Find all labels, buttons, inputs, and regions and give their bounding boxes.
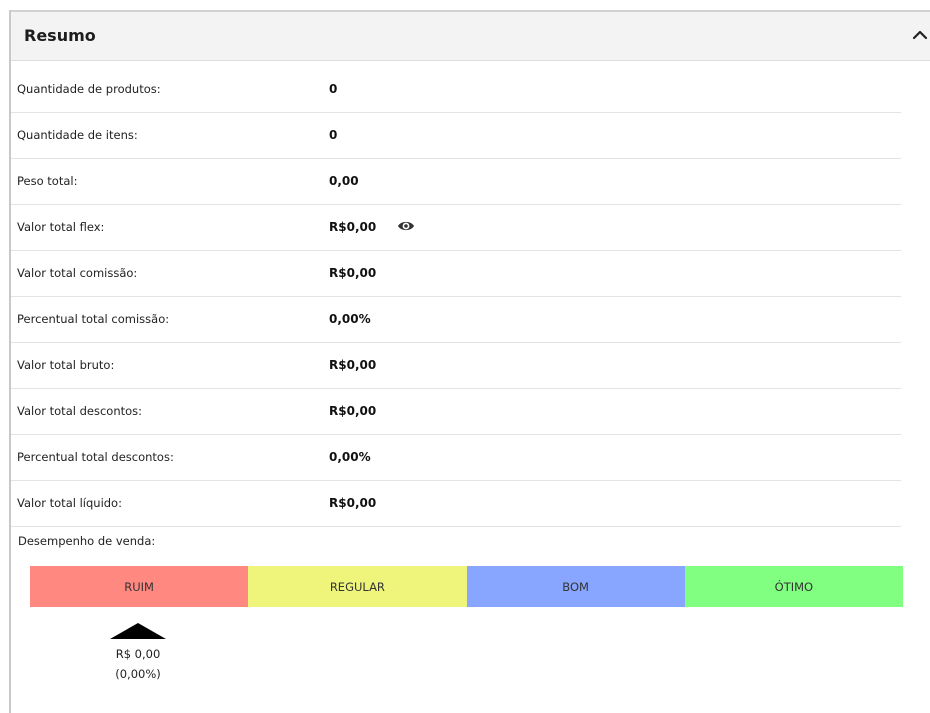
performance-segment-otimo: ÓTIMO <box>684 566 903 607</box>
row-value: 0,00% <box>329 450 371 464</box>
row-valor-total-descontos: Valor total descontos: R$0,00 <box>11 389 901 435</box>
row-label: Valor total comissão: <box>17 266 138 280</box>
row-quantidade-produtos: Quantidade de produtos: 0 <box>11 67 901 113</box>
top-strip <box>0 0 930 10</box>
segment-label: ÓTIMO <box>774 579 814 594</box>
eye-icon[interactable] <box>397 219 415 233</box>
performance-indicator-value: R$ 0,00 <box>115 647 161 661</box>
row-value: 0,00% <box>329 312 371 326</box>
row-percentual-total-comissao: Percentual total comissão: 0,00% <box>11 297 901 343</box>
segment-label: RUIM <box>124 579 154 594</box>
row-value: R$0,00 <box>329 220 377 234</box>
row-value: 0,00 <box>329 174 359 188</box>
row-label: Quantidade de produtos: <box>17 82 161 96</box>
performance-segment-ruim: RUIM <box>30 566 249 607</box>
row-valor-total-flex: Valor total flex: R$0,00 <box>11 205 901 251</box>
window: Resumo Quantidade de produtos: 0 Quantid… <box>0 0 930 713</box>
row-percentual-total-descontos: Percentual total descontos: 0,00% <box>11 435 901 481</box>
row-label: Valor total descontos: <box>17 404 143 418</box>
row-valor-total-bruto: Valor total bruto: R$0,00 <box>11 343 901 389</box>
performance-indicator-percent: (0,00%) <box>115 667 161 681</box>
performance-segment-bom: BOM <box>466 566 685 607</box>
row-label: Percentual total descontos: <box>17 450 174 464</box>
row-value: R$0,00 <box>329 404 377 418</box>
row-value: R$0,00 <box>329 266 377 280</box>
row-label: Peso total: <box>17 174 78 188</box>
row-label: Quantidade de itens: <box>17 128 138 142</box>
segment-label: BOM <box>562 579 589 594</box>
row-value: 0 <box>329 82 338 96</box>
segment-label: REGULAR <box>329 579 385 594</box>
row-quantidade-itens: Quantidade de itens: 0 <box>11 113 901 159</box>
row-value: R$0,00 <box>329 496 377 510</box>
row-valor-total-comissao: Valor total comissão: R$0,00 <box>11 251 901 297</box>
row-label: Percentual total comissão: <box>17 312 170 326</box>
performance-indicator-arrow-icon <box>110 623 166 639</box>
performance-label: Desempenho de venda: <box>18 534 156 548</box>
row-label: Valor total bruto: <box>17 358 115 372</box>
row-label: Valor total flex: <box>17 220 105 234</box>
panel-header[interactable]: Resumo <box>11 12 930 61</box>
performance-segment-regular: REGULAR <box>248 566 467 607</box>
row-value: 0 <box>329 128 338 142</box>
row-label: Valor total líquido: <box>17 496 122 510</box>
chevron-up-icon[interactable] <box>911 26 929 44</box>
performance-scale: RUIM REGULAR BOM ÓTIMO <box>30 566 903 607</box>
panel-title: Resumo <box>24 26 96 45</box>
row-peso-total: Peso total: 0,00 <box>11 159 901 205</box>
row-value: R$0,00 <box>329 358 377 372</box>
row-valor-total-liquido: Valor total líquido: R$0,00 <box>11 481 901 527</box>
